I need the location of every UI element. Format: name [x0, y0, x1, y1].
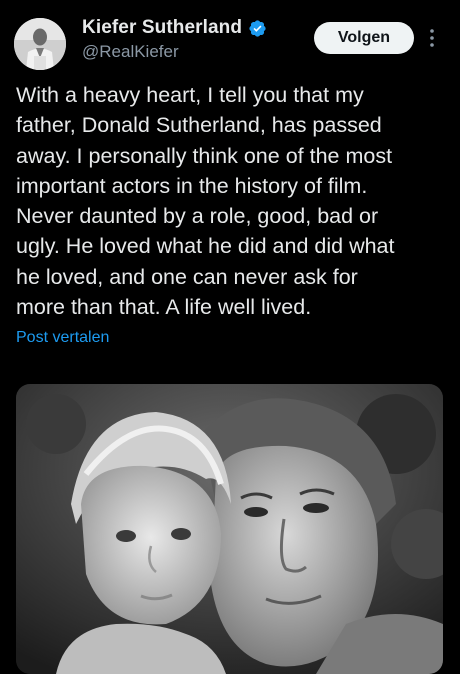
author-avatar[interactable] — [14, 18, 66, 70]
photo-father-and-son — [16, 384, 443, 674]
follow-button[interactable]: Volgen — [314, 22, 414, 54]
avatar-photo-icon — [14, 18, 66, 70]
tweet-text: With a heavy heart, I tell you that my f… — [16, 83, 395, 320]
tweet-header: Kiefer Sutherland @RealKiefer Volgen — [0, 0, 460, 70]
author-name-row: Kiefer Sutherland — [82, 17, 267, 39]
author-handle[interactable]: @RealKiefer — [82, 42, 179, 62]
verified-badge-icon — [248, 19, 267, 38]
more-options-icon[interactable] — [428, 26, 436, 50]
author-display-name[interactable]: Kiefer Sutherland — [82, 17, 242, 39]
translate-post-link[interactable]: Post vertalen — [16, 329, 109, 347]
tweet-photo[interactable] — [16, 384, 443, 674]
